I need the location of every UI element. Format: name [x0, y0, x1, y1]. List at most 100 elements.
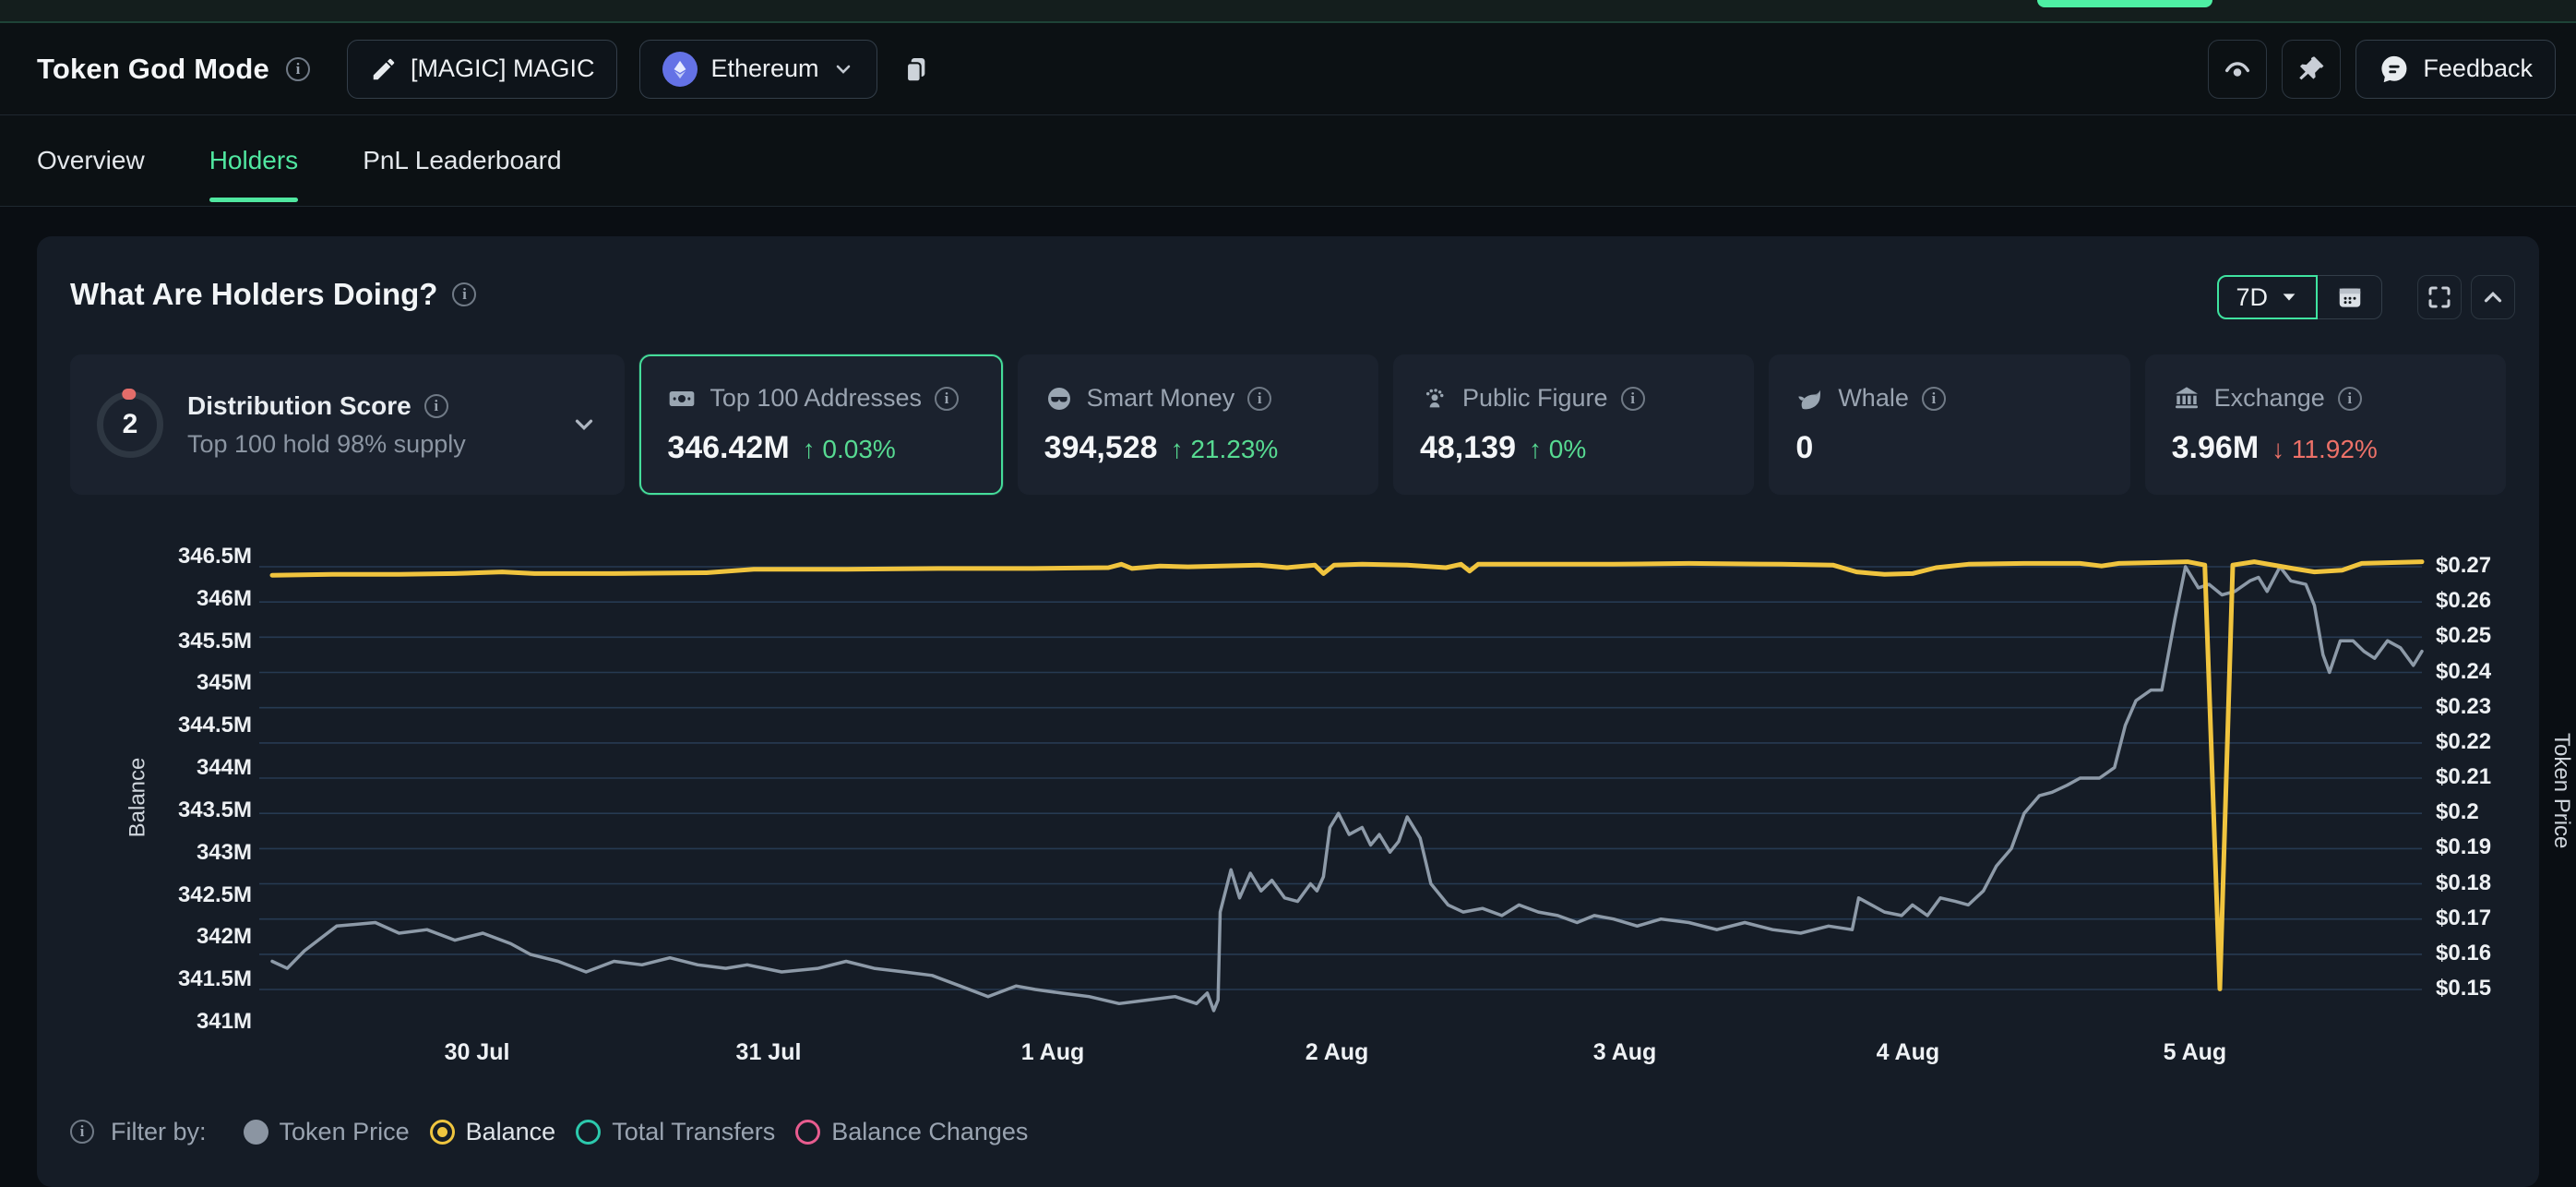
calendar-button[interactable]	[2318, 275, 2382, 319]
chat-bubble-icon	[2379, 54, 2410, 85]
copy-icon[interactable]	[901, 54, 931, 84]
tile-label: Whale	[1838, 384, 1909, 413]
filter-option-token-price[interactable]: Token Price	[244, 1118, 410, 1146]
tile-exchange[interactable]: Exchange i 3.96M ↓ 11.92%	[2145, 354, 2506, 495]
balance-tick-label: 346.5M	[37, 544, 252, 570]
x-axis: 30 Jul31 Jul1 Aug2 Aug3 Aug4 Aug5 Aug	[37, 1039, 2539, 1071]
pencil-icon	[370, 55, 398, 83]
x-tick-label: 2 Aug	[1282, 1039, 1392, 1066]
price-tick-label: $0.19	[2436, 834, 2491, 860]
tile-label: Distribution Score	[187, 391, 411, 421]
tile-smart-money[interactable]: Smart Money i 394,528 ↑ 21.23%	[1018, 354, 1378, 495]
filter-option-balance-changes[interactable]: Balance Changes	[795, 1118, 1028, 1146]
tile-value: 346.42M	[667, 430, 789, 466]
tile-distribution-score[interactable]: 2 Distribution Score i Top 100 hold 98% …	[70, 354, 625, 495]
price-tick-label: $0.15	[2436, 976, 2491, 1001]
price-tick-label: $0.26	[2436, 588, 2491, 614]
chevron-down-icon	[832, 58, 854, 80]
collapse-button[interactable]	[2471, 275, 2515, 319]
distribution-score-gauge: 2	[97, 391, 163, 458]
x-tick-label: 30 Jul	[422, 1039, 532, 1066]
x-tick-label: 3 Aug	[1569, 1039, 1680, 1066]
holders-panel: What Are Holders Doing? i 7D 2 D	[37, 236, 2539, 1187]
progress-indicator	[2037, 0, 2212, 7]
radio-icon	[795, 1120, 820, 1145]
tile-whale[interactable]: Whale i 0	[1769, 354, 2129, 495]
chart-filter-row: i Filter by: Token Price Balance Total Tra…	[70, 1113, 1028, 1150]
filter-by-label: Filter by:	[111, 1118, 207, 1146]
chevron-down-icon[interactable]	[570, 411, 598, 438]
browser-top-strip	[0, 0, 2576, 23]
tile-public-figure[interactable]: Public Figure i 48,139 ↑ 0%	[1393, 354, 1754, 495]
price-tick-label: $0.17	[2436, 905, 2491, 931]
series-balance[interactable]	[272, 562, 2422, 989]
balance-tick-label: 346M	[37, 586, 252, 612]
balance-tick-label: 342.5M	[37, 882, 252, 908]
tile-change: ↑ 0.03%	[803, 435, 896, 464]
balance-tick-label: 344M	[37, 755, 252, 781]
tab-pnl-leaderboard[interactable]: PnL Leaderboard	[363, 115, 561, 206]
filter-option-label: Balance Changes	[831, 1118, 1028, 1146]
holders-chart[interactable]: Balance Token Price 346.5M346M345.5M345M…	[37, 517, 2539, 1071]
banknote-icon	[667, 384, 697, 414]
chevron-up-icon	[2479, 283, 2507, 311]
x-tick-label: 31 Jul	[713, 1039, 824, 1066]
radio-icon	[430, 1120, 455, 1145]
panel-title: What Are Holders Doing?	[70, 277, 437, 312]
watchlist-eye-button[interactable]	[2208, 40, 2267, 99]
price-tick-label: $0.24	[2436, 659, 2491, 685]
tab-pnl-leaderboard-label: PnL Leaderboard	[363, 146, 561, 175]
date-range-value: 7D	[2236, 283, 2268, 312]
tile-change: ↑ 0%	[1529, 435, 1586, 464]
balance-tick-label: 341M	[37, 1009, 252, 1035]
info-icon[interactable]: i	[2338, 387, 2362, 411]
filter-option-label: Total Transfers	[612, 1118, 775, 1146]
chart-plot-area[interactable]	[272, 545, 2422, 1034]
filter-option-balance[interactable]: Balance	[430, 1118, 556, 1146]
token-select-label: [MAGIC] MAGIC	[411, 54, 595, 83]
x-tick-label: 5 Aug	[2140, 1039, 2250, 1066]
balance-tick-label: 345M	[37, 670, 252, 696]
radio-icon	[244, 1120, 268, 1145]
info-icon[interactable]: i	[70, 1120, 94, 1144]
tile-value: 394,528	[1044, 430, 1158, 466]
calendar-icon	[2336, 283, 2364, 311]
filter-option-label: Token Price	[280, 1118, 410, 1146]
fullscreen-button[interactable]	[2417, 275, 2462, 319]
balance-tick-label: 341.5M	[37, 966, 252, 992]
balance-tick-label: 343.5M	[37, 797, 252, 823]
fullscreen-icon	[2426, 283, 2453, 311]
chain-select-label: Ethereum	[710, 54, 818, 83]
info-icon[interactable]: i	[286, 57, 310, 81]
feedback-button[interactable]: Feedback	[2355, 40, 2556, 99]
tab-overview[interactable]: Overview	[37, 115, 145, 206]
tile-value: 0	[1795, 430, 1813, 466]
date-range-selector[interactable]: 7D	[2217, 275, 2318, 319]
tile-top-100-addresses[interactable]: Top 100 Addresses i 346.42M ↑ 0.03%	[639, 354, 1002, 495]
tile-label: Top 100 Addresses	[710, 384, 922, 413]
page-header: Token God Mode i [MAGIC] MAGIC Ethereum …	[0, 23, 2576, 115]
filter-option-total-transfers[interactable]: Total Transfers	[576, 1118, 775, 1146]
balance-tick-label: 344.5M	[37, 713, 252, 738]
token-select-button[interactable]: [MAGIC] MAGIC	[347, 40, 618, 99]
series-token-price[interactable]	[272, 567, 2422, 1011]
info-icon[interactable]: i	[1922, 387, 1946, 411]
panel-controls: 7D	[2217, 275, 2515, 319]
holder-stat-tiles: 2 Distribution Score i Top 100 hold 98% …	[70, 354, 2506, 495]
price-tick-label: $0.27	[2436, 553, 2491, 579]
tab-holders[interactable]: Holders	[209, 115, 298, 206]
whale-icon	[1795, 384, 1825, 414]
exchange-icon	[2172, 384, 2201, 414]
tile-change: ↑ 21.23%	[1171, 435, 1279, 464]
info-icon[interactable]: i	[424, 394, 448, 418]
price-tick-label: $0.23	[2436, 694, 2491, 720]
info-icon[interactable]: i	[935, 387, 959, 411]
feedback-label: Feedback	[2423, 54, 2533, 83]
info-icon[interactable]: i	[1247, 387, 1271, 411]
pin-button[interactable]	[2282, 40, 2341, 99]
filter-option-label: Balance	[466, 1118, 556, 1146]
chain-select[interactable]: Ethereum	[639, 40, 877, 99]
price-tick-label: $0.25	[2436, 623, 2491, 649]
info-icon[interactable]: i	[1621, 387, 1645, 411]
info-icon[interactable]: i	[452, 282, 476, 306]
